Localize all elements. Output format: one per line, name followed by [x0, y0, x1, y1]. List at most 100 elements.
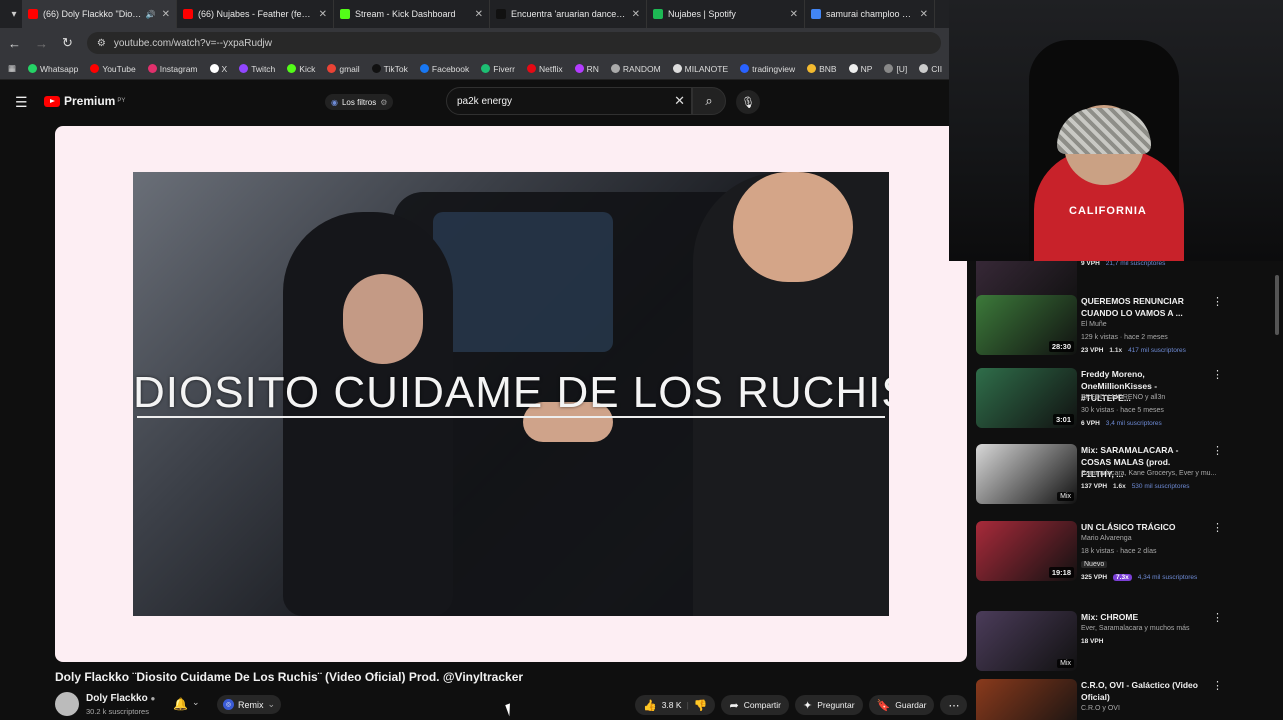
share-button[interactable]: ➦ Compartir [721, 695, 790, 715]
back-icon[interactable]: ← [8, 36, 21, 51]
bookmark-item[interactable]: TikTok [371, 63, 408, 74]
bookmark-item[interactable]: YouTube [90, 64, 136, 74]
ask-button[interactable]: ✦ Preguntar [795, 695, 863, 715]
apps-grid-icon[interactable]: ▦ [8, 63, 16, 74]
close-tab-icon[interactable]: ✕ [319, 9, 327, 20]
recommendation-card[interactable]: 3:01 Freddy Moreno, OneMillionKisses - #T… [976, 368, 1276, 440]
recommendation-title[interactable]: QUEREMOS RENUNCIAR CUANDO LO VAMOS A ... [1081, 295, 1203, 319]
tab-4[interactable]: Nujabes | Spotify ✕ [647, 0, 805, 28]
voice-search-button[interactable]: 🎙 [736, 90, 760, 114]
recommendation-card[interactable]: 19:18 UN CLÁSICO TRÁGICO Mario Alvarenga 18… [976, 521, 1276, 593]
bookmark-item[interactable]: [U] [884, 64, 907, 74]
more-vertical-icon[interactable]: ⋮ [1212, 444, 1223, 457]
video-thumbnail[interactable] [976, 679, 1077, 720]
bookmark-item[interactable]: Fiverr [481, 64, 515, 74]
recommendation-title[interactable]: UN CLÁSICO TRÁGICO [1081, 521, 1203, 533]
recommendation-card[interactable]: C.R.O, OVI - Galáctico (Video Oficial) C.… [976, 679, 1276, 720]
tab-search-chevron-icon[interactable]: ▾ [6, 9, 22, 20]
tab-title: Encuentra 'aruarian dance' en T [511, 9, 626, 19]
subscriber-stat: 417 mil suscriptores [1128, 347, 1186, 354]
recommendation-meta: 129 k vistas · hace 2 meses [1081, 334, 1168, 341]
bookmark-item[interactable]: X [209, 64, 227, 74]
tab-title: Stream - Kick Dashboard [355, 9, 456, 19]
close-tab-icon[interactable]: ✕ [920, 9, 928, 20]
recommendation-meta: 30 k vistas · hace 5 meses [1081, 407, 1164, 414]
bookmark-label: TikTok [383, 63, 408, 74]
bookmark-label: MILANOTE [684, 63, 729, 74]
face-right [733, 172, 853, 282]
tab-1[interactable]: (66) Nujabes - Feather (feat. Cy ✕ [177, 0, 334, 28]
chevron-down-icon[interactable]: ⌄ [192, 697, 200, 708]
tab-title: Nujabes | Spotify [668, 9, 736, 19]
site-info-icon[interactable]: ⚙ [97, 38, 106, 49]
save-button[interactable]: 🔖 Guardar [868, 695, 935, 715]
forward-icon[interactable]: → [35, 36, 48, 51]
video-thumbnail[interactable]: 3:01 [976, 368, 1077, 428]
close-tab-icon[interactable]: ✕ [632, 9, 640, 20]
like-button[interactable]: 👍 3.8 K | 👎 [635, 695, 716, 715]
tab-2[interactable]: Stream - Kick Dashboard ✕ [334, 0, 490, 28]
recommendation-card[interactable]: Mix Mix: CHROME Ever, Saramalacara y mucho… [976, 611, 1276, 683]
more-actions-button[interactable]: ⋯ [940, 695, 968, 715]
omnibox[interactable]: ⚙ youtube.com/watch?v=--yxpaRudjw [86, 32, 941, 54]
youtube-logo[interactable]: Premium PY [44, 94, 125, 108]
channel-avatar[interactable] [55, 692, 79, 716]
channel-name[interactable]: Doly Flackko ● [86, 693, 155, 704]
thumbs-down-icon[interactable]: 👎 [694, 699, 708, 712]
bookmark-item[interactable]: Instagram [147, 64, 198, 74]
video-title: Doly Flackko ¨Diosito Cuidame De Los Ruc… [55, 670, 524, 684]
more-vertical-icon[interactable]: ⋮ [1212, 679, 1223, 692]
recommendation-title[interactable]: C.R.O, OVI - Galáctico (Video Oficial) [1081, 679, 1203, 703]
menu-icon[interactable]: ☰ [15, 94, 28, 111]
tab-5[interactable]: samurai champloo - Buscar co ✕ [805, 0, 935, 28]
more-vertical-icon[interactable]: ⋮ [1212, 611, 1223, 624]
filters-chip[interactable]: ◉ Los filtros ⚙ [325, 94, 394, 110]
video-player[interactable]: DIOSITO CUIDAME DE LOS RUCHIS [55, 126, 967, 662]
tab-3[interactable]: Encuentra 'aruarian dance' en T ✕ [490, 0, 647, 28]
search-input[interactable]: pa2k energy ✕ [446, 87, 692, 115]
bookmark-label: Netflix [538, 63, 563, 74]
duration-badge: 3:01 [1052, 414, 1074, 425]
reload-icon[interactable]: ↻ [62, 35, 73, 51]
more-vertical-icon[interactable]: ⋮ [1212, 521, 1223, 534]
audio-icon[interactable]: 🔊 [146, 10, 156, 19]
clear-search-icon[interactable]: ✕ [674, 93, 685, 109]
bookmark-item[interactable]: MILANOTE [672, 63, 729, 74]
stats-row: 9 VPH 21,7 mil suscriptores [1081, 261, 1165, 267]
recommendation-title[interactable]: Mix: CHROME [1081, 611, 1203, 623]
bookmark-item[interactable]: RN [574, 64, 599, 74]
video-thumbnail[interactable]: 28:30 [976, 295, 1077, 355]
bookmark-item[interactable]: gmail [327, 64, 360, 74]
search-button[interactable]: ⌕ [692, 87, 726, 115]
video-thumbnail[interactable]: 19:18 [976, 521, 1077, 581]
recommendation-meta: Ever, Saramalacara y muchos más [1081, 625, 1190, 632]
scrollbar[interactable] [1275, 275, 1279, 335]
video-thumbnail[interactable]: Mix [976, 444, 1077, 504]
recommendation-card[interactable]: 28:30 QUEREMOS RENUNCIAR CUANDO LO VAMOS … [976, 295, 1276, 367]
recommendation-meta: 18 k vistas · hace 2 días [1081, 548, 1157, 555]
close-tab-icon[interactable]: ✕ [790, 9, 798, 20]
close-tab-icon[interactable]: ✕ [162, 9, 170, 20]
tab-0[interactable]: (66) Doly Flackko "Diosito C 🔊 ✕ [22, 0, 177, 28]
more-vertical-icon[interactable]: ⋮ [1212, 368, 1223, 381]
bookmark-item[interactable]: Whatsapp [28, 64, 78, 74]
recommendation-meta: FREDDY MORENO y all3n [1081, 394, 1166, 401]
recommendation-card[interactable]: Mix Mix: SARAMALACARA - COSAS MALAS (prod… [976, 444, 1276, 516]
bookmark-item[interactable]: Netflix [526, 63, 563, 74]
bookmark-item[interactable]: Facebook [419, 64, 469, 74]
bell-icon[interactable]: 🔔 [173, 697, 188, 711]
bookmark-item[interactable]: NP [848, 64, 872, 74]
bookmark-item[interactable]: BNB [807, 64, 837, 74]
bookmark-item[interactable]: RANDOM [610, 64, 661, 74]
bookmark-item[interactable]: tradingview [740, 64, 795, 74]
video-thumbnail[interactable]: Mix [976, 611, 1077, 671]
bookmark-item[interactable]: CII [919, 64, 942, 74]
bookmark-item[interactable]: Kick [287, 64, 315, 74]
car-window [433, 212, 613, 352]
close-tab-icon[interactable]: ✕ [475, 9, 483, 20]
more-vertical-icon[interactable]: ⋮ [1212, 295, 1223, 308]
multiplier-badge: 7.3x [1113, 574, 1132, 581]
bookmark-item[interactable]: Twitch [239, 64, 275, 74]
remix-button[interactable]: ◎ Remix ⌄ [217, 695, 282, 714]
google-icon [811, 9, 821, 19]
